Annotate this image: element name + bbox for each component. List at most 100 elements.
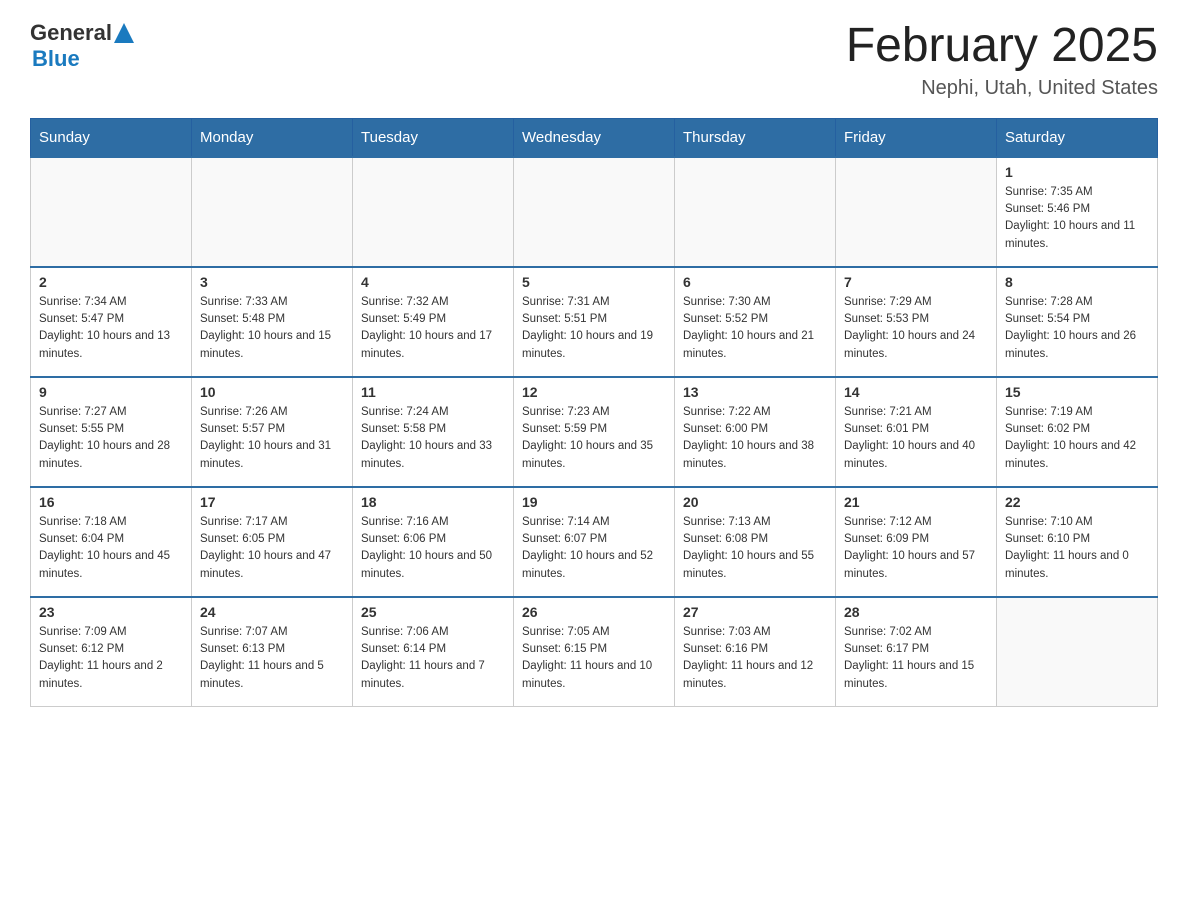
- day-info: Sunrise: 7:12 AMSunset: 6:09 PMDaylight:…: [844, 514, 988, 583]
- day-info: Sunrise: 7:06 AMSunset: 6:14 PMDaylight:…: [361, 624, 505, 693]
- day-number: 6: [683, 274, 827, 290]
- header-friday: Friday: [836, 118, 997, 157]
- day-number: 12: [522, 384, 666, 400]
- day-info: Sunrise: 7:22 AMSunset: 6:00 PMDaylight:…: [683, 404, 827, 473]
- day-number: 9: [39, 384, 183, 400]
- day-info: Sunrise: 7:17 AMSunset: 6:05 PMDaylight:…: [200, 514, 344, 583]
- calendar-cell: 9 Sunrise: 7:27 AMSunset: 5:55 PMDaylight…: [31, 377, 192, 487]
- day-info: Sunrise: 7:30 AMSunset: 5:52 PMDaylight:…: [683, 294, 827, 363]
- calendar-cell: 5Sunrise: 7:31 AMSunset: 5:51 PMDaylight…: [514, 267, 675, 377]
- day-number: 10: [200, 384, 344, 400]
- calendar-cell: 14 Sunrise: 7:21 AMSunset: 6:01 PMDayligh…: [836, 377, 997, 487]
- day-number: 22: [1005, 494, 1149, 510]
- day-info: Sunrise: 7:26 AMSunset: 5:57 PMDaylight:…: [200, 404, 344, 473]
- calendar-cell: [675, 157, 836, 267]
- calendar-cell: 22Sunrise: 7:10 AMSunset: 6:10 PMDayligh…: [997, 487, 1158, 597]
- day-number: 13: [683, 384, 827, 400]
- calendar-cell: 11 Sunrise: 7:24 AMSunset: 5:58 PMDayligh…: [353, 377, 514, 487]
- calendar-cell: 15 Sunrise: 7:19 AMSunset: 6:02 PMDayligh…: [997, 377, 1158, 487]
- calendar-cell: 26 Sunrise: 7:05 AMSunset: 6:15 PMDayligh…: [514, 597, 675, 707]
- day-number: 8: [1005, 274, 1149, 290]
- calendar-cell: 3 Sunrise: 7:33 AMSunset: 5:48 PMDaylight…: [192, 267, 353, 377]
- calendar-cell: [353, 157, 514, 267]
- day-info: Sunrise: 7:05 AMSunset: 6:15 PMDaylight:…: [522, 624, 666, 693]
- header-monday: Monday: [192, 118, 353, 157]
- calendar-cell: [514, 157, 675, 267]
- day-info: Sunrise: 7:18 AMSunset: 6:04 PMDaylight:…: [39, 514, 183, 583]
- calendar-cell: 1 Sunrise: 7:35 AMSunset: 5:46 PMDaylight…: [997, 157, 1158, 267]
- calendar-cell: 24 Sunrise: 7:07 AMSunset: 6:13 PMDayligh…: [192, 597, 353, 707]
- day-info: Sunrise: 7:35 AMSunset: 5:46 PMDaylight:…: [1005, 184, 1149, 253]
- week-row-5: 23 Sunrise: 7:09 AMSunset: 6:12 PMDayligh…: [31, 597, 1158, 707]
- week-row-1: 1 Sunrise: 7:35 AMSunset: 5:46 PMDaylight…: [31, 157, 1158, 267]
- day-info: Sunrise: 7:07 AMSunset: 6:13 PMDaylight:…: [200, 624, 344, 693]
- calendar-cell: 21 Sunrise: 7:12 AMSunset: 6:09 PMDayligh…: [836, 487, 997, 597]
- day-number: 1: [1005, 164, 1149, 180]
- calendar-cell: [192, 157, 353, 267]
- day-number: 23: [39, 604, 183, 620]
- day-number: 21: [844, 494, 988, 510]
- calendar-cell: 16 Sunrise: 7:18 AMSunset: 6:04 PMDayligh…: [31, 487, 192, 597]
- title-section: February 2025 Nephi, Utah, United States: [846, 20, 1158, 100]
- logo-triangle-icon: [114, 23, 134, 43]
- calendar-header-row: Sunday Monday Tuesday Wednesday Thursday…: [31, 118, 1158, 157]
- day-number: 15: [1005, 384, 1149, 400]
- location-subtitle: Nephi, Utah, United States: [846, 77, 1158, 100]
- logo-blue-text: Blue: [32, 46, 80, 72]
- day-number: 24: [200, 604, 344, 620]
- day-info: Sunrise: 7:03 AMSunset: 6:16 PMDaylight:…: [683, 624, 827, 693]
- day-info: Sunrise: 7:02 AMSunset: 6:17 PMDaylight:…: [844, 624, 988, 693]
- calendar-cell: 4Sunrise: 7:32 AMSunset: 5:49 PMDaylight…: [353, 267, 514, 377]
- day-number: 18: [361, 494, 505, 510]
- day-info: Sunrise: 7:32 AMSunset: 5:49 PMDaylight:…: [361, 294, 505, 363]
- day-info: Sunrise: 7:09 AMSunset: 6:12 PMDaylight:…: [39, 624, 183, 693]
- calendar-cell: 23 Sunrise: 7:09 AMSunset: 6:12 PMDayligh…: [31, 597, 192, 707]
- calendar-cell: 6 Sunrise: 7:30 AMSunset: 5:52 PMDaylight…: [675, 267, 836, 377]
- calendar-cell: 12 Sunrise: 7:23 AMSunset: 5:59 PMDayligh…: [514, 377, 675, 487]
- calendar-cell: 7 Sunrise: 7:29 AMSunset: 5:53 PMDaylight…: [836, 267, 997, 377]
- day-number: 20: [683, 494, 827, 510]
- calendar-cell: 18 Sunrise: 7:16 AMSunset: 6:06 PMDayligh…: [353, 487, 514, 597]
- header-thursday: Thursday: [675, 118, 836, 157]
- day-number: 26: [522, 604, 666, 620]
- day-number: 25: [361, 604, 505, 620]
- day-number: 2: [39, 274, 183, 290]
- day-number: 3: [200, 274, 344, 290]
- day-info: Sunrise: 7:24 AMSunset: 5:58 PMDaylight:…: [361, 404, 505, 473]
- header-saturday: Saturday: [997, 118, 1158, 157]
- day-info: Sunrise: 7:29 AMSunset: 5:53 PMDaylight:…: [844, 294, 988, 363]
- day-info: Sunrise: 7:16 AMSunset: 6:06 PMDaylight:…: [361, 514, 505, 583]
- calendar-cell: [836, 157, 997, 267]
- day-info: Sunrise: 7:23 AMSunset: 5:59 PMDaylight:…: [522, 404, 666, 473]
- day-info: Sunrise: 7:31 AMSunset: 5:51 PMDaylight:…: [522, 294, 666, 363]
- calendar-cell: 27 Sunrise: 7:03 AMSunset: 6:16 PMDayligh…: [675, 597, 836, 707]
- day-number: 19: [522, 494, 666, 510]
- day-info: Sunrise: 7:13 AMSunset: 6:08 PMDaylight:…: [683, 514, 827, 583]
- day-info: Sunrise: 7:21 AMSunset: 6:01 PMDaylight:…: [844, 404, 988, 473]
- calendar-cell: 2 Sunrise: 7:34 AMSunset: 5:47 PMDaylight…: [31, 267, 192, 377]
- day-number: 14: [844, 384, 988, 400]
- calendar-cell: 8Sunrise: 7:28 AMSunset: 5:54 PMDaylight…: [997, 267, 1158, 377]
- calendar-cell: 25 Sunrise: 7:06 AMSunset: 6:14 PMDayligh…: [353, 597, 514, 707]
- day-number: 11: [361, 384, 505, 400]
- day-number: 28: [844, 604, 988, 620]
- day-number: 16: [39, 494, 183, 510]
- header-sunday: Sunday: [31, 118, 192, 157]
- page-title: February 2025: [846, 20, 1158, 73]
- day-number: 7: [844, 274, 988, 290]
- calendar-cell: 17Sunrise: 7:17 AMSunset: 6:05 PMDayligh…: [192, 487, 353, 597]
- day-info: Sunrise: 7:19 AMSunset: 6:02 PMDaylight:…: [1005, 404, 1149, 473]
- calendar-table: Sunday Monday Tuesday Wednesday Thursday…: [30, 118, 1158, 708]
- calendar-cell: 28 Sunrise: 7:02 AMSunset: 6:17 PMDayligh…: [836, 597, 997, 707]
- week-row-3: 9 Sunrise: 7:27 AMSunset: 5:55 PMDaylight…: [31, 377, 1158, 487]
- day-info: Sunrise: 7:14 AMSunset: 6:07 PMDaylight:…: [522, 514, 666, 583]
- calendar-cell: 19 Sunrise: 7:14 AMSunset: 6:07 PMDayligh…: [514, 487, 675, 597]
- day-info: Sunrise: 7:33 AMSunset: 5:48 PMDaylight:…: [200, 294, 344, 363]
- day-info: Sunrise: 7:34 AMSunset: 5:47 PMDaylight:…: [39, 294, 183, 363]
- week-row-2: 2 Sunrise: 7:34 AMSunset: 5:47 PMDaylight…: [31, 267, 1158, 377]
- day-info: Sunrise: 7:27 AMSunset: 5:55 PMDaylight:…: [39, 404, 183, 473]
- calendar-cell: 13 Sunrise: 7:22 AMSunset: 6:00 PMDayligh…: [675, 377, 836, 487]
- calendar-cell: [31, 157, 192, 267]
- logo: General Blue: [30, 20, 134, 72]
- day-number: 27: [683, 604, 827, 620]
